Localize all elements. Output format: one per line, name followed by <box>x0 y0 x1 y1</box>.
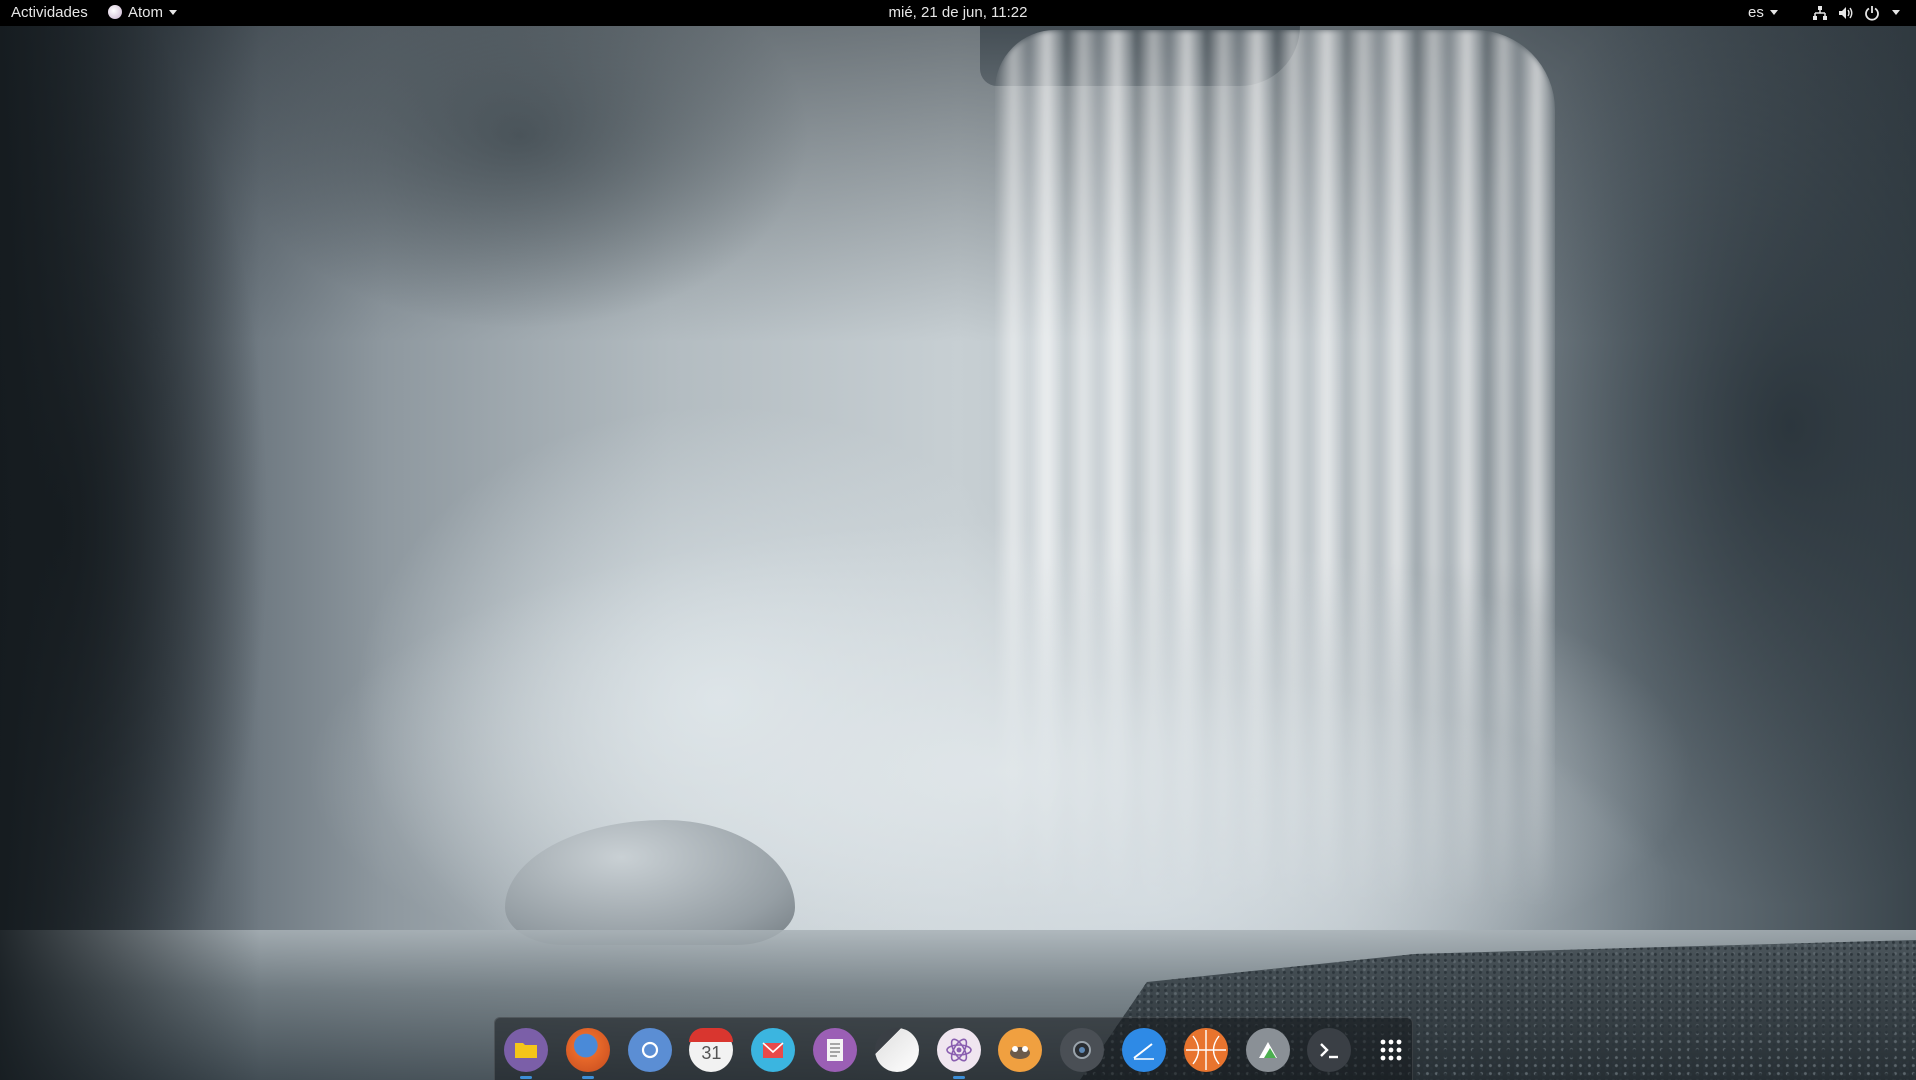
desktop[interactable]: Actividades Atom mié, 21 de jun, 11:22 e… <box>0 0 1916 1080</box>
dock-item-files[interactable] <box>502 1026 550 1079</box>
show-apps-icon <box>1369 1028 1413 1072</box>
app-menu-label: Atom <box>128 4 164 21</box>
text-editor-icon <box>813 1028 857 1072</box>
chevron-down-icon <box>169 10 178 15</box>
dock-item-gimp[interactable] <box>996 1026 1044 1074</box>
screenshot-icon <box>874 1028 919 1072</box>
dock-item-chromium[interactable] <box>626 1026 674 1074</box>
dock-item-drawing[interactable] <box>1120 1026 1168 1074</box>
calendar-day-label: 31 <box>701 1043 722 1063</box>
atom-icon <box>936 1028 981 1072</box>
running-indicator <box>952 1076 965 1079</box>
dock-item-firefox[interactable] <box>564 1026 612 1079</box>
dock-item-show-apps[interactable] <box>1367 1026 1415 1074</box>
atom-app-icon <box>108 5 122 19</box>
app-menu-button[interactable]: Atom <box>108 0 178 26</box>
system-status-menu[interactable] <box>1812 0 1901 26</box>
clock-area: mié, 21 de jun, 11:22 <box>0 0 1916 26</box>
clock-button[interactable]: mié, 21 de jun, 11:22 <box>889 4 1028 21</box>
dock-item-screenshot[interactable] <box>873 1026 921 1074</box>
image-viewer-icon <box>1245 1028 1290 1072</box>
gimp-icon <box>998 1028 1043 1072</box>
power-icon <box>1865 6 1880 21</box>
dock-item-camera[interactable] <box>1058 1026 1106 1074</box>
dock-item-image-viewer[interactable] <box>1244 1026 1292 1074</box>
keyboard-layout-label: es <box>1748 4 1764 21</box>
dock-item-calendar[interactable]: 31 <box>687 1026 735 1074</box>
dock-item-mail[interactable] <box>749 1026 797 1074</box>
running-indicator <box>520 1076 532 1079</box>
mail-icon <box>751 1028 796 1072</box>
chevron-down-icon <box>1769 10 1778 15</box>
volume-icon <box>1839 7 1853 20</box>
dock-item-basketball[interactable] <box>1182 1026 1230 1074</box>
drawing-icon <box>1122 1028 1166 1072</box>
dock-item-text-editor[interactable] <box>811 1026 859 1074</box>
dock-item-atom[interactable] <box>935 1026 983 1079</box>
terminal-icon <box>1307 1028 1352 1072</box>
dock: 31 <box>494 1017 1413 1080</box>
firefox-icon <box>565 1028 610 1072</box>
calendar-icon: 31 <box>689 1028 734 1072</box>
camera-icon <box>1060 1028 1105 1072</box>
activities-label: Actividades <box>11 4 88 21</box>
basketball-icon <box>1183 1028 1228 1072</box>
activities-button[interactable]: Actividades <box>11 0 88 26</box>
wallpaper-left-shadow <box>0 26 260 1080</box>
files-icon <box>504 1028 548 1072</box>
wallpaper-mist <box>300 520 1700 940</box>
dock-item-terminal[interactable] <box>1305 1026 1353 1074</box>
running-indicator <box>581 1076 594 1079</box>
top-bar: Actividades Atom mié, 21 de jun, 11:22 e… <box>0 0 1916 26</box>
network-icon <box>1813 6 1827 21</box>
chromium-icon <box>627 1028 672 1072</box>
chevron-down-icon <box>1892 10 1901 15</box>
keyboard-layout-button[interactable]: es <box>1748 0 1778 26</box>
